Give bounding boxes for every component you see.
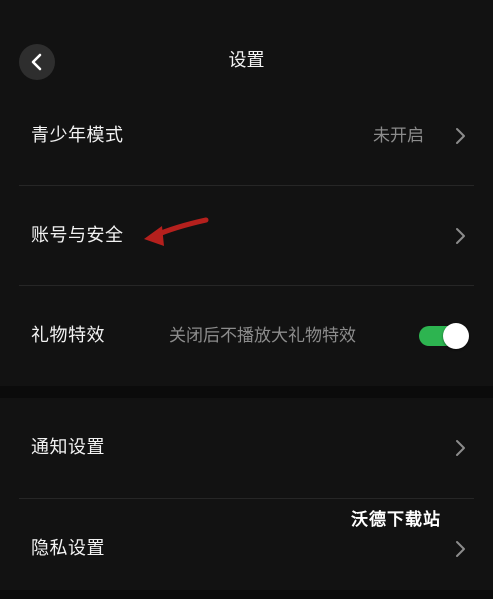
- row-notification-settings[interactable]: 通知设置: [0, 398, 493, 498]
- page-title: 设置: [228, 50, 265, 71]
- toggle-knob: [443, 323, 469, 349]
- row-label: 隐私设置: [31, 538, 105, 559]
- settings-section-primary: 青少年模式 未开启 账号与安全 礼物特效 关闭后不播放大礼物特效: [0, 86, 493, 386]
- row-label: 青少年模式: [31, 125, 124, 146]
- chevron-right-icon: [456, 541, 465, 557]
- chevron-right-icon: [456, 228, 465, 244]
- chevron-right-icon: [456, 128, 465, 144]
- row-label: 账号与安全: [31, 225, 124, 246]
- chevron-right-icon: [456, 440, 465, 456]
- teen-mode-status: 未开启: [373, 126, 424, 146]
- annotation-arrow-icon: [144, 217, 209, 246]
- row-account-security[interactable]: 账号与安全: [0, 186, 493, 286]
- gift-effects-toggle[interactable]: [419, 322, 469, 350]
- row-label: 礼物特效: [31, 325, 105, 346]
- row-gift-effects: 礼物特效 关闭后不播放大礼物特效: [0, 286, 493, 386]
- row-teen-mode[interactable]: 青少年模式 未开启: [0, 86, 493, 186]
- row-label: 通知设置: [31, 437, 105, 458]
- settings-section-secondary: 通知设置 隐私设置: [0, 398, 493, 590]
- gift-effects-description: 关闭后不播放大礼物特效: [169, 326, 356, 346]
- watermark: 沃德下载站: [351, 510, 441, 530]
- header: 设置: [0, 0, 493, 100]
